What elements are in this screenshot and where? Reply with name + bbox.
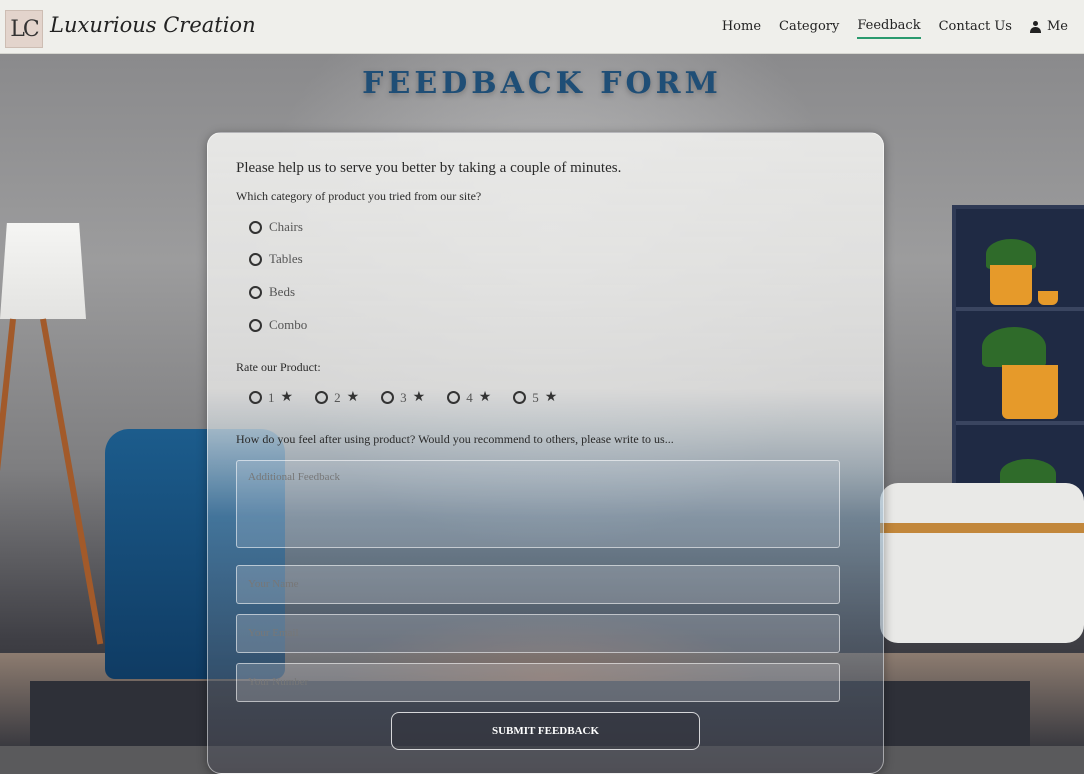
rating-3[interactable]: 3 ★ <box>381 389 425 406</box>
radio-circle[interactable] <box>249 391 262 404</box>
radio-circle[interactable] <box>249 220 262 234</box>
radio-circle[interactable] <box>249 252 262 266</box>
star-icon: ★ <box>280 390 294 405</box>
radio-circle[interactable] <box>249 318 262 332</box>
number-placeholder: Your Number <box>248 676 309 688</box>
additional-feedback-textarea[interactable]: Additional Feedback <box>236 460 840 548</box>
feedback-form: Please help us to serve you better by ta… <box>207 132 884 774</box>
nav-feedback[interactable]: Feedback <box>857 14 921 39</box>
nav-category[interactable]: Category <box>779 15 839 38</box>
rating-value: 5 <box>532 389 539 405</box>
number-input[interactable]: Your Number <box>236 663 840 702</box>
white-armchair <box>880 483 1084 643</box>
email-placeholder: Your Email <box>248 627 299 639</box>
radio-circle[interactable] <box>447 391 461 404</box>
nav-links: Home Category Feedback Contact Us Me <box>722 0 1068 53</box>
radio-circle[interactable] <box>381 391 395 404</box>
category-question: Which category of product you tried from… <box>236 189 482 203</box>
rating-1[interactable]: 1 ★ <box>249 389 293 406</box>
rating-4[interactable]: 4 ★ <box>447 389 491 406</box>
rating-value: 3 <box>400 389 407 405</box>
submit-feedback-button[interactable]: SUBMIT FEEDBACK <box>391 712 700 750</box>
name-input[interactable]: Your Name <box>236 565 840 604</box>
rating-value: 4 <box>466 389 473 405</box>
floor-lamp-shade <box>0 223 86 319</box>
star-icon: ★ <box>412 390 426 405</box>
radio-combo[interactable]: Combo <box>249 317 307 333</box>
rating-value: 2 <box>334 389 341 405</box>
user-icon <box>1029 20 1041 33</box>
radio-circle[interactable] <box>513 391 527 404</box>
radio-label: Chairs <box>269 219 303 234</box>
radio-circle[interactable] <box>249 285 262 299</box>
email-input[interactable]: Your Email <box>236 614 840 653</box>
name-placeholder: Your Name <box>248 578 299 590</box>
textarea-placeholder: Additional Feedback <box>248 471 340 483</box>
star-icon: ★ <box>544 390 558 405</box>
nav-contact-us[interactable]: Contact Us <box>939 15 1012 38</box>
radio-label: Beds <box>269 284 295 299</box>
radio-beds[interactable]: Beds <box>249 284 295 300</box>
radio-circle[interactable] <box>315 391 329 404</box>
rating-group: 1 ★ 2 ★ 3 ★ 4 ★ 5 ★ <box>249 389 557 406</box>
navbar: LC Luxurious Creation Home Category Feed… <box>0 0 1084 54</box>
radio-label: Combo <box>269 317 308 332</box>
radio-chairs[interactable]: Chairs <box>249 219 303 235</box>
lamp-leg <box>40 318 104 645</box>
form-intro: Please help us to serve you better by ta… <box>236 160 622 176</box>
feedback-question: How do you feel after using product? Wou… <box>236 432 674 446</box>
brand-name[interactable]: Luxurious Creation <box>50 13 256 37</box>
radio-label: Tables <box>269 251 303 266</box>
lamp-leg <box>0 318 16 648</box>
armchair-wood-arm <box>880 523 1084 533</box>
star-icon: ★ <box>346 390 360 405</box>
nav-me[interactable]: Me <box>1029 15 1068 38</box>
page-title: FEEDBACK FORM <box>362 66 722 101</box>
rating-value: 1 <box>268 389 275 405</box>
star-icon: ★ <box>478 390 492 405</box>
rating-2[interactable]: 2 ★ <box>315 389 359 406</box>
rate-label: Rate our Product: <box>236 360 321 374</box>
radio-tables[interactable]: Tables <box>249 251 303 267</box>
nav-me-label: Me <box>1046 19 1068 34</box>
nav-home[interactable]: Home <box>722 15 761 38</box>
logo[interactable]: LC <box>5 10 43 48</box>
logo-text: LC <box>10 16 39 42</box>
rating-5[interactable]: 5 ★ <box>513 389 557 406</box>
